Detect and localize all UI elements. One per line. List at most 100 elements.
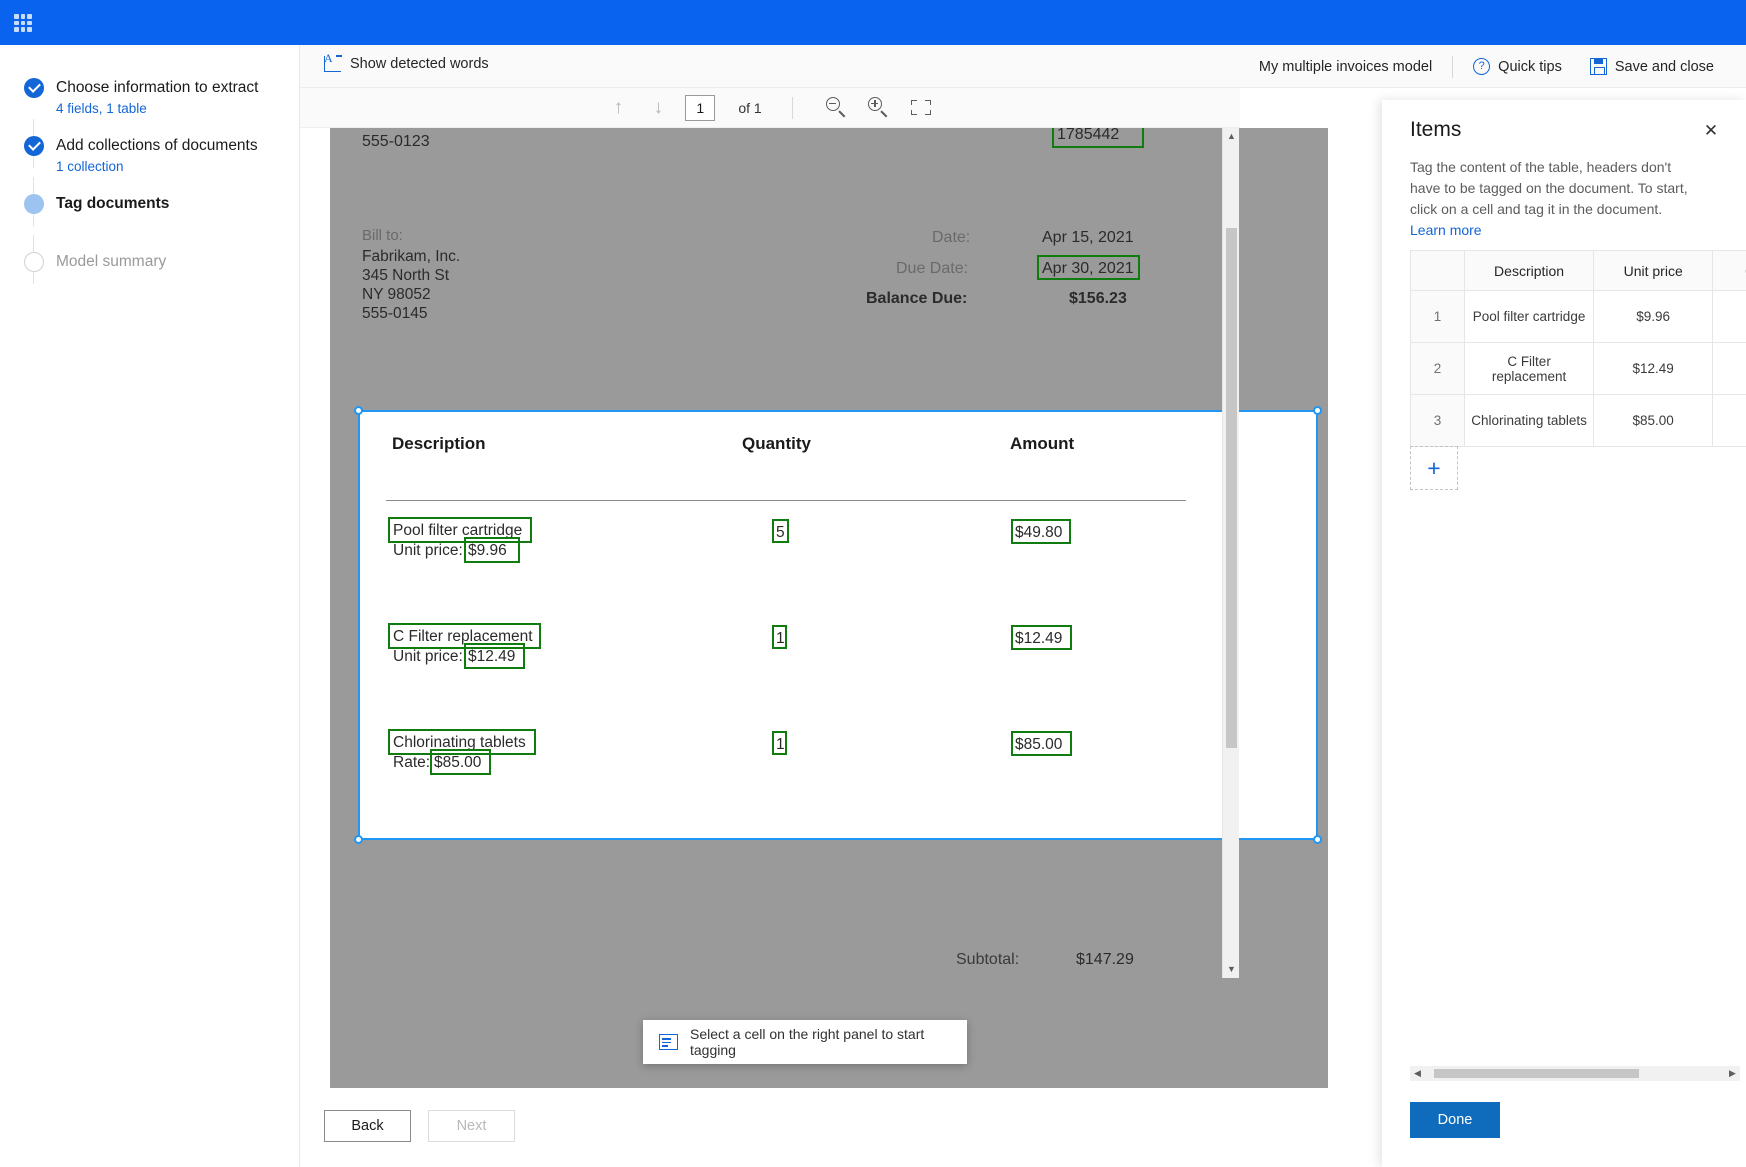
page-number-input[interactable]: 1 bbox=[685, 95, 715, 121]
save-icon bbox=[1590, 58, 1607, 75]
document-toolbar: Show detected words My multiple invoices… bbox=[300, 45, 1746, 88]
fit-to-page-icon bbox=[911, 100, 931, 115]
resize-handle-top-right[interactable] bbox=[1313, 406, 1322, 415]
cell-unit-price[interactable]: $12.49 bbox=[1594, 343, 1713, 395]
add-row-button[interactable]: + bbox=[1410, 446, 1458, 490]
doc-row-amount: $85.00 bbox=[1015, 736, 1062, 754]
viewer-nav-bar: ↑ ↓ 1 of 1 bbox=[300, 88, 1240, 128]
items-col-unit-price[interactable]: Unit price bbox=[1594, 251, 1713, 291]
wizard-step-label: Tag documents bbox=[56, 194, 292, 214]
items-table-horizontal-scrollbar[interactable]: ◀ ▶ bbox=[1410, 1066, 1740, 1081]
row-index: 2 bbox=[1411, 343, 1465, 395]
doc-row-amount: $49.80 bbox=[1015, 524, 1062, 542]
cell-unit-price[interactable]: $85.00 bbox=[1594, 395, 1713, 447]
scroll-down-arrow-icon[interactable]: ▼ bbox=[1223, 961, 1240, 978]
wizard-rail: Choose information to extract 4 fields, … bbox=[0, 45, 300, 1167]
invoice-page[interactable]: 555-0123 1785442 Bill to: Fabrikam, Inc.… bbox=[330, 128, 1328, 1088]
items-panel: Items ✕ Tag the content of the table, he… bbox=[1382, 100, 1746, 1167]
close-icon[interactable]: ✕ bbox=[1698, 118, 1724, 144]
table-row[interactable]: 1 Pool filter cartridge $9.96 5 bbox=[1411, 291, 1746, 343]
wizard-step-label: Add collections of documents bbox=[56, 136, 292, 156]
doc-subtotal-label: Subtotal: bbox=[956, 951, 1019, 969]
question-circle-icon: ? bbox=[1473, 58, 1490, 75]
scroll-up-arrow-icon[interactable]: ▲ bbox=[1223, 128, 1240, 145]
zoom-in-button[interactable] bbox=[865, 94, 893, 122]
model-name: My multiple invoices model bbox=[1245, 45, 1446, 88]
items-scroll-thumb[interactable] bbox=[1434, 1069, 1639, 1078]
table-row[interactable]: 3 Chlorinating tablets $85.00 1 bbox=[1411, 395, 1746, 447]
cell-quantity[interactable]: 1 bbox=[1713, 343, 1746, 395]
tagging-hint-text: Select a cell on the right panel to star… bbox=[690, 1026, 951, 1058]
doc-subtotal-value: $147.29 bbox=[1076, 951, 1134, 969]
doc-balance-value: $156.23 bbox=[1069, 290, 1127, 308]
doc-row-description: Pool filter cartridge bbox=[393, 522, 522, 540]
resize-handle-top-left[interactable] bbox=[354, 406, 363, 415]
items-table[interactable]: Description Unit price Quantity 1 Pool f… bbox=[1410, 250, 1746, 447]
app-launcher-icon[interactable] bbox=[12, 12, 34, 34]
doc-row-quantity: 5 bbox=[776, 524, 785, 542]
cell-description[interactable]: Chlorinating tablets bbox=[1465, 395, 1594, 447]
wizard-step-sublink[interactable]: 1 collection bbox=[56, 159, 292, 174]
items-panel-description: Tag the content of the table, headers do… bbox=[1410, 157, 1702, 241]
scroll-right-arrow-icon[interactable]: ▶ bbox=[1725, 1066, 1740, 1081]
previous-page-button[interactable]: ↑ bbox=[605, 95, 631, 121]
wizard-step-sublink[interactable]: 4 fields, 1 table bbox=[56, 101, 292, 116]
doc-row-price: $12.49 bbox=[468, 648, 515, 666]
toolbar-divider bbox=[1452, 56, 1453, 78]
zoom-out-button[interactable] bbox=[823, 94, 851, 122]
items-table-header-row: Description Unit price Quantity bbox=[1411, 251, 1746, 291]
cell-description[interactable]: C Filter replacement bbox=[1465, 343, 1594, 395]
doc-bill-to-line-2: 345 North St bbox=[362, 267, 449, 285]
doc-row-price: $9.96 bbox=[468, 542, 507, 560]
page-nav-group: ↑ ↓ 1 of 1 bbox=[605, 94, 934, 122]
document-canvas[interactable]: 555-0123 1785442 Bill to: Fabrikam, Inc.… bbox=[300, 128, 1340, 1088]
doc-bill-to-line-1: Fabrikam, Inc. bbox=[362, 248, 460, 266]
detected-words-icon bbox=[324, 56, 341, 72]
cell-quantity[interactable]: 1 bbox=[1713, 395, 1746, 447]
wizard-step-add-collections[interactable]: Add collections of documents 1 collectio… bbox=[24, 136, 292, 174]
doc-date-value: Apr 15, 2021 bbox=[1042, 229, 1134, 247]
wizard-step-model-summary[interactable]: Model summary bbox=[24, 252, 292, 272]
quick-tips-button[interactable]: ? Quick tips bbox=[1459, 45, 1576, 88]
selected-table-region[interactable]: Description Quantity Amount Pool filter … bbox=[358, 410, 1318, 840]
doc-bill-to-label: Bill to: bbox=[362, 227, 403, 244]
doc-row-quantity: 1 bbox=[776, 630, 785, 648]
cell-description[interactable]: Pool filter cartridge bbox=[1465, 291, 1594, 343]
scroll-left-arrow-icon[interactable]: ◀ bbox=[1410, 1066, 1425, 1081]
wizard-step-choose-information[interactable]: Choose information to extract 4 fields, … bbox=[24, 78, 292, 116]
cell-quantity[interactable]: 5 bbox=[1713, 291, 1746, 343]
step-status-icon bbox=[24, 78, 44, 98]
items-col-quantity[interactable]: Quantity bbox=[1713, 251, 1746, 291]
resize-handle-bottom-right[interactable] bbox=[1313, 835, 1322, 844]
table-row[interactable]: 2 C Filter replacement $12.49 1 bbox=[1411, 343, 1746, 395]
save-and-close-label: Save and close bbox=[1615, 59, 1714, 75]
next-page-button[interactable]: ↓ bbox=[645, 95, 671, 121]
resize-handle-bottom-left[interactable] bbox=[354, 835, 363, 844]
doc-table-header-description: Description bbox=[392, 434, 486, 454]
doc-row-price-label: Rate: bbox=[393, 754, 430, 772]
viewer-vertical-scrollbar[interactable]: ▲ ▼ bbox=[1222, 128, 1239, 978]
doc-row-price-label: Unit price: bbox=[393, 648, 463, 666]
items-col-index bbox=[1411, 251, 1465, 291]
wizard-step-tag-documents[interactable]: Tag documents bbox=[24, 194, 292, 214]
step-status-icon bbox=[24, 194, 44, 214]
plus-icon: + bbox=[1427, 455, 1440, 482]
quick-tips-label: Quick tips bbox=[1498, 59, 1562, 75]
show-detected-words-label: Show detected words bbox=[350, 56, 489, 72]
show-detected-words-button[interactable]: Show detected words bbox=[324, 56, 489, 72]
done-button[interactable]: Done bbox=[1410, 1102, 1500, 1138]
fit-to-page-button[interactable] bbox=[907, 94, 935, 122]
learn-more-link[interactable]: Learn more bbox=[1410, 222, 1482, 238]
cell-unit-price[interactable]: $9.96 bbox=[1594, 291, 1713, 343]
doc-row-description: Chlorinating tablets bbox=[393, 734, 526, 752]
doc-row-amount: $12.49 bbox=[1015, 630, 1062, 648]
doc-row-description: C Filter replacement bbox=[393, 628, 533, 646]
back-button[interactable]: Back bbox=[324, 1110, 411, 1142]
items-col-description[interactable]: Description bbox=[1465, 251, 1594, 291]
viewer-divider bbox=[792, 97, 793, 119]
doc-bill-to-line-4: 555-0145 bbox=[362, 305, 428, 323]
save-and-close-button[interactable]: Save and close bbox=[1576, 45, 1728, 88]
viewer-scroll-thumb[interactable] bbox=[1226, 228, 1237, 748]
page-total-label: of 1 bbox=[738, 100, 761, 116]
zoom-out-icon bbox=[826, 97, 840, 111]
